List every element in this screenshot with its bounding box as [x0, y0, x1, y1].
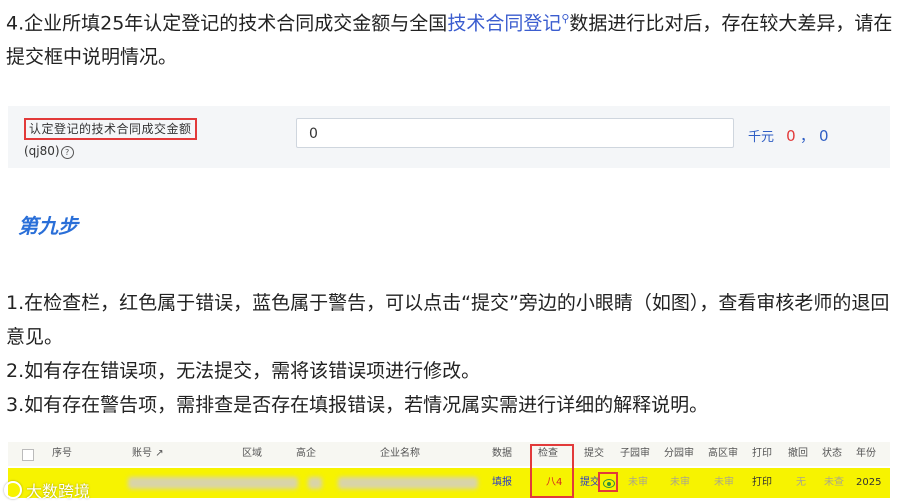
- row-year: 2025: [856, 477, 882, 488]
- row-branch-review: 未审: [670, 477, 690, 488]
- value-separator: ，: [799, 127, 815, 145]
- row-fill-link[interactable]: 填报: [492, 468, 512, 498]
- row-submit-link[interactable]: 提交: [580, 468, 600, 498]
- field-label-highlight: 认定登记的技术合同成交金额: [24, 118, 197, 140]
- row-zone-review: 未审: [714, 477, 734, 488]
- row-print-link[interactable]: 打印: [752, 468, 772, 498]
- row-sub-review: 未审: [628, 477, 648, 488]
- watermark-text: 大数跨境: [26, 482, 91, 501]
- instruction-item-1: 1.在检查栏，红色属于错误，蓝色属于警告，可以点击“提交”旁边的小眼睛（如图），…: [6, 292, 890, 348]
- step9-heading: 第九步: [18, 214, 78, 238]
- field-label: 认定登记的技术合同成交金额 (qj80)?: [24, 118, 244, 159]
- watermark: 大数跨境: [4, 478, 90, 502]
- header-region: 区域: [242, 448, 262, 459]
- redacted-account: [128, 477, 298, 489]
- header-data: 数据: [492, 448, 512, 459]
- step4-paragraph: 4.企业所填25年认定登记的技术合同成交金额与全国技术合同登记⚲数据进行比对后，…: [6, 2, 894, 74]
- header-withdraw: 撤回: [788, 448, 808, 459]
- instruction-item-3: 3.如有存在警告项，需排查是否存在填报错误，若情况属实需进行详细的解释说明。: [6, 394, 709, 416]
- header-status: 状态: [822, 448, 842, 459]
- header-branch-review: 分园审: [664, 448, 694, 459]
- unit-label: 千元: [748, 130, 775, 145]
- instruction-item-2: 2.如有存在错误项，无法提交，需将该错误项进行修改。: [6, 360, 481, 382]
- header-account[interactable]: 账号 ↗: [132, 442, 164, 466]
- select-all-checkbox[interactable]: [22, 449, 34, 461]
- header-print: 打印: [752, 448, 772, 459]
- instructions-list: 1.在检查栏，红色属于错误，蓝色属于警告，可以点击“提交”旁边的小眼睛（如图），…: [6, 286, 894, 422]
- redacted-hightech: [308, 477, 322, 489]
- tech-contract-registration-link[interactable]: 技术合同登记: [447, 12, 561, 34]
- redacted-company: [338, 477, 478, 489]
- check-column-highlight: [530, 444, 574, 498]
- header-sub-review: 子园审: [620, 448, 650, 459]
- warning-count: 0: [819, 127, 829, 145]
- external-link-icon: ↗: [155, 448, 164, 459]
- header-zone-review: 高区审: [708, 448, 738, 459]
- header-year: 年份: [856, 448, 876, 459]
- row-withdraw: 无: [796, 477, 806, 488]
- header-hightech: 高企: [296, 448, 316, 459]
- question-circle-icon[interactable]: ?: [60, 146, 74, 159]
- form-field-row: 认定登记的技术合同成交金额 (qj80)? 0 千元 0 ， 0: [8, 106, 890, 168]
- tech-contract-amount-input[interactable]: 0: [296, 118, 734, 148]
- eye-icon-highlight: [598, 472, 618, 492]
- step4-text-before: 4.企业所填25年认定登记的技术合同成交金额与全国: [6, 12, 448, 35]
- error-count: 0: [786, 127, 796, 145]
- unit-and-values: 千元 0 ， 0: [748, 125, 829, 146]
- grid-header-row: 序号 账号 ↗ 区域 高企 企业名称 数据 检查 提交 子园审 分园审 高区审 …: [8, 442, 890, 466]
- field-code: (qj80)?: [24, 143, 244, 159]
- row-status: 未查: [824, 477, 844, 488]
- table-row[interactable]: 填报 八4 提交 未审 未审 未审 打印 无 未查 2025: [8, 468, 890, 498]
- enterprise-grid: 序号 账号 ↗ 区域 高企 企业名称 数据 检查 提交 子园审 分园审 高区审 …: [8, 442, 890, 500]
- brand-logo-icon: [4, 481, 22, 499]
- header-company: 企业名称: [380, 448, 420, 459]
- header-submit: 提交: [584, 448, 604, 459]
- header-seq: 序号: [52, 448, 72, 459]
